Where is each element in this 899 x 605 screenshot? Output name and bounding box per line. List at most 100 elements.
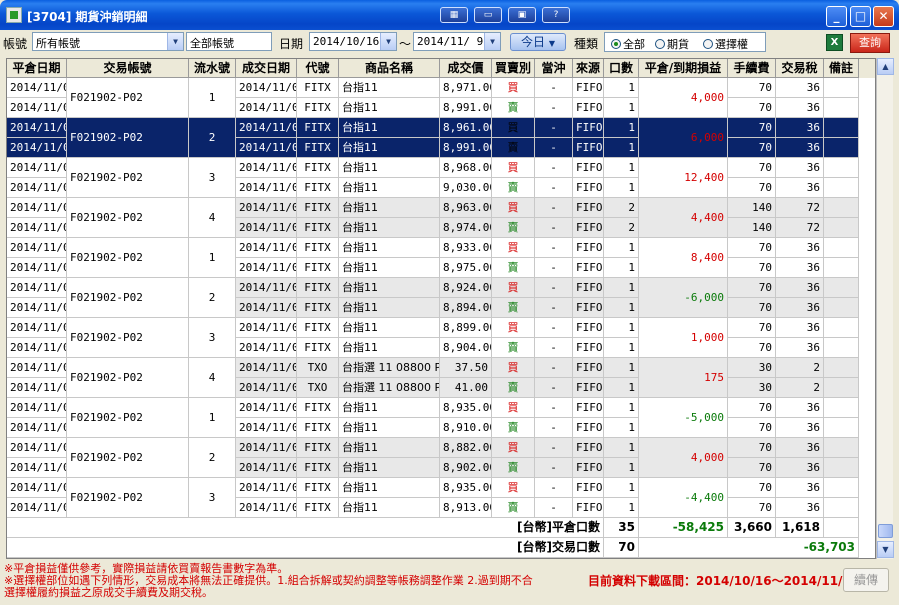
table-cell[interactable]: FIFO	[573, 418, 604, 438]
serial-cell[interactable]: 4	[189, 358, 236, 398]
table-cell[interactable]: 台指11	[339, 118, 440, 138]
table-cell[interactable]: 台指11	[339, 458, 440, 478]
serial-cell[interactable]: 3	[189, 158, 236, 198]
table-cell[interactable]: 2014/11/05	[7, 98, 67, 118]
account-cell[interactable]: F021902-P02	[67, 158, 189, 198]
table-cell[interactable]	[824, 298, 859, 318]
column-header[interactable]: 平倉/到期損益	[639, 59, 728, 78]
table-cell[interactable]: 140	[728, 198, 776, 218]
table-cell[interactable]: FITX	[297, 498, 339, 518]
table-cell[interactable]: -	[535, 318, 573, 338]
table-cell[interactable]: 8,991.00	[440, 98, 492, 118]
table-cell[interactable]	[824, 398, 859, 418]
column-header[interactable]: 交易稅	[776, 59, 824, 78]
account-select[interactable]: 所有帳號 ▼	[32, 32, 184, 51]
table-cell[interactable]: 台指11	[339, 418, 440, 438]
table-cell[interactable]: 30	[728, 358, 776, 378]
table-cell[interactable]: 30	[728, 378, 776, 398]
table-cell[interactable]	[824, 458, 859, 478]
table-cell[interactable]: FIFO	[573, 158, 604, 178]
table-cell[interactable]	[824, 258, 859, 278]
table-cell[interactable]: FIFO	[573, 458, 604, 478]
table-cell[interactable]: FITX	[297, 98, 339, 118]
table-cell[interactable]: 2	[604, 198, 639, 218]
excel-export-icon[interactable]: X	[826, 34, 843, 51]
table-cell[interactable]: FIFO	[573, 218, 604, 238]
table-cell[interactable]: FITX	[297, 78, 339, 98]
table-cell[interactable]: 36	[776, 98, 824, 118]
table-cell[interactable]: 140	[728, 218, 776, 238]
table-cell[interactable]: 8,933.00	[440, 238, 492, 258]
maximize-button[interactable]: □	[850, 6, 871, 27]
account-cell[interactable]: F021902-P02	[67, 398, 189, 438]
table-cell[interactable]: -	[535, 298, 573, 318]
table-cell[interactable]: 2014/11/07	[236, 498, 297, 518]
table-cell[interactable]	[824, 338, 859, 358]
table-cell[interactable]: 2014/11/06	[236, 238, 297, 258]
table-cell[interactable]: 72	[776, 218, 824, 238]
toolbar-help-icon[interactable]: ?	[542, 7, 570, 23]
table-cell[interactable]: -	[535, 78, 573, 98]
table-cell[interactable]: 2014/11/07	[7, 458, 67, 478]
table-cell[interactable]: 2014/11/03	[236, 358, 297, 378]
table-cell[interactable]: 36	[776, 418, 824, 438]
table-cell[interactable]: 8,882.00	[440, 438, 492, 458]
table-cell[interactable]: 台指11	[339, 238, 440, 258]
table-cell[interactable]: 8,910.00	[440, 418, 492, 438]
pnl-cell[interactable]: 8,400	[639, 238, 728, 278]
column-header[interactable]: 備註	[824, 59, 859, 78]
account-cell[interactable]: F021902-P02	[67, 198, 189, 238]
table-cell[interactable]: 36	[776, 318, 824, 338]
table-cell[interactable]: FITX	[297, 218, 339, 238]
table-cell[interactable]	[824, 178, 859, 198]
table-cell[interactable]: 2014/11/06	[7, 238, 67, 258]
table-cell[interactable]: 1	[604, 498, 639, 518]
table-cell[interactable]: 70	[728, 78, 776, 98]
table-cell[interactable]: 2014/11/05	[7, 198, 67, 218]
table-cell[interactable]: FIFO	[573, 378, 604, 398]
table-cell[interactable]: 1	[604, 258, 639, 278]
table-cell[interactable]	[824, 358, 859, 378]
table-cell[interactable]: 37.50	[440, 358, 492, 378]
table-cell[interactable]: 買	[492, 278, 535, 298]
table-cell[interactable]: 賣	[492, 218, 535, 238]
serial-cell[interactable]: 2	[189, 118, 236, 158]
table-cell[interactable]: 台指11	[339, 298, 440, 318]
table-cell[interactable]: -	[535, 338, 573, 358]
table-cell[interactable]: FIFO	[573, 358, 604, 378]
pnl-cell[interactable]: 12,400	[639, 158, 728, 198]
table-cell[interactable]: -	[535, 278, 573, 298]
table-cell[interactable]: 2014/11/05	[7, 158, 67, 178]
table-cell[interactable]: 2014/11/07	[7, 438, 67, 458]
table-cell[interactable]: 2014/11/06	[236, 278, 297, 298]
table-cell[interactable]: TXO	[297, 378, 339, 398]
table-cell[interactable]	[824, 78, 859, 98]
table-cell[interactable]: 8,904.00	[440, 338, 492, 358]
table-cell[interactable]: 8,935.00	[440, 478, 492, 498]
table-cell[interactable]: 買	[492, 438, 535, 458]
radio-icon[interactable]	[703, 39, 713, 49]
table-cell[interactable]: -	[535, 178, 573, 198]
table-cell[interactable]: 2014/11/06	[7, 318, 67, 338]
query-button[interactable]: 查詢	[850, 33, 890, 53]
table-cell[interactable]: FITX	[297, 278, 339, 298]
table-cell[interactable]: -	[535, 478, 573, 498]
table-cell[interactable]: FIFO	[573, 258, 604, 278]
table-cell[interactable]: FITX	[297, 418, 339, 438]
table-cell[interactable]: 70	[728, 478, 776, 498]
table-cell[interactable]: FIFO	[573, 438, 604, 458]
table-cell[interactable]: -	[535, 98, 573, 118]
table-cell[interactable]	[824, 278, 859, 298]
minimize-button[interactable]: _	[826, 6, 847, 27]
column-header[interactable]: 交易帳號	[67, 59, 189, 78]
table-cell[interactable]: 2014/11/05	[236, 218, 297, 238]
table-cell[interactable]: 2014/11/07	[236, 478, 297, 498]
calendar-dropdown-icon[interactable]: ▼	[484, 33, 500, 50]
table-cell[interactable]: FIFO	[573, 478, 604, 498]
account-cell[interactable]: F021902-P02	[67, 238, 189, 278]
continue-button[interactable]: 續傳	[843, 568, 889, 592]
calendar-dropdown-icon[interactable]: ▼	[380, 33, 396, 50]
column-header[interactable]: 手續費	[728, 59, 776, 78]
serial-cell[interactable]: 2	[189, 438, 236, 478]
table-cell[interactable]: 2014/11/05	[7, 118, 67, 138]
